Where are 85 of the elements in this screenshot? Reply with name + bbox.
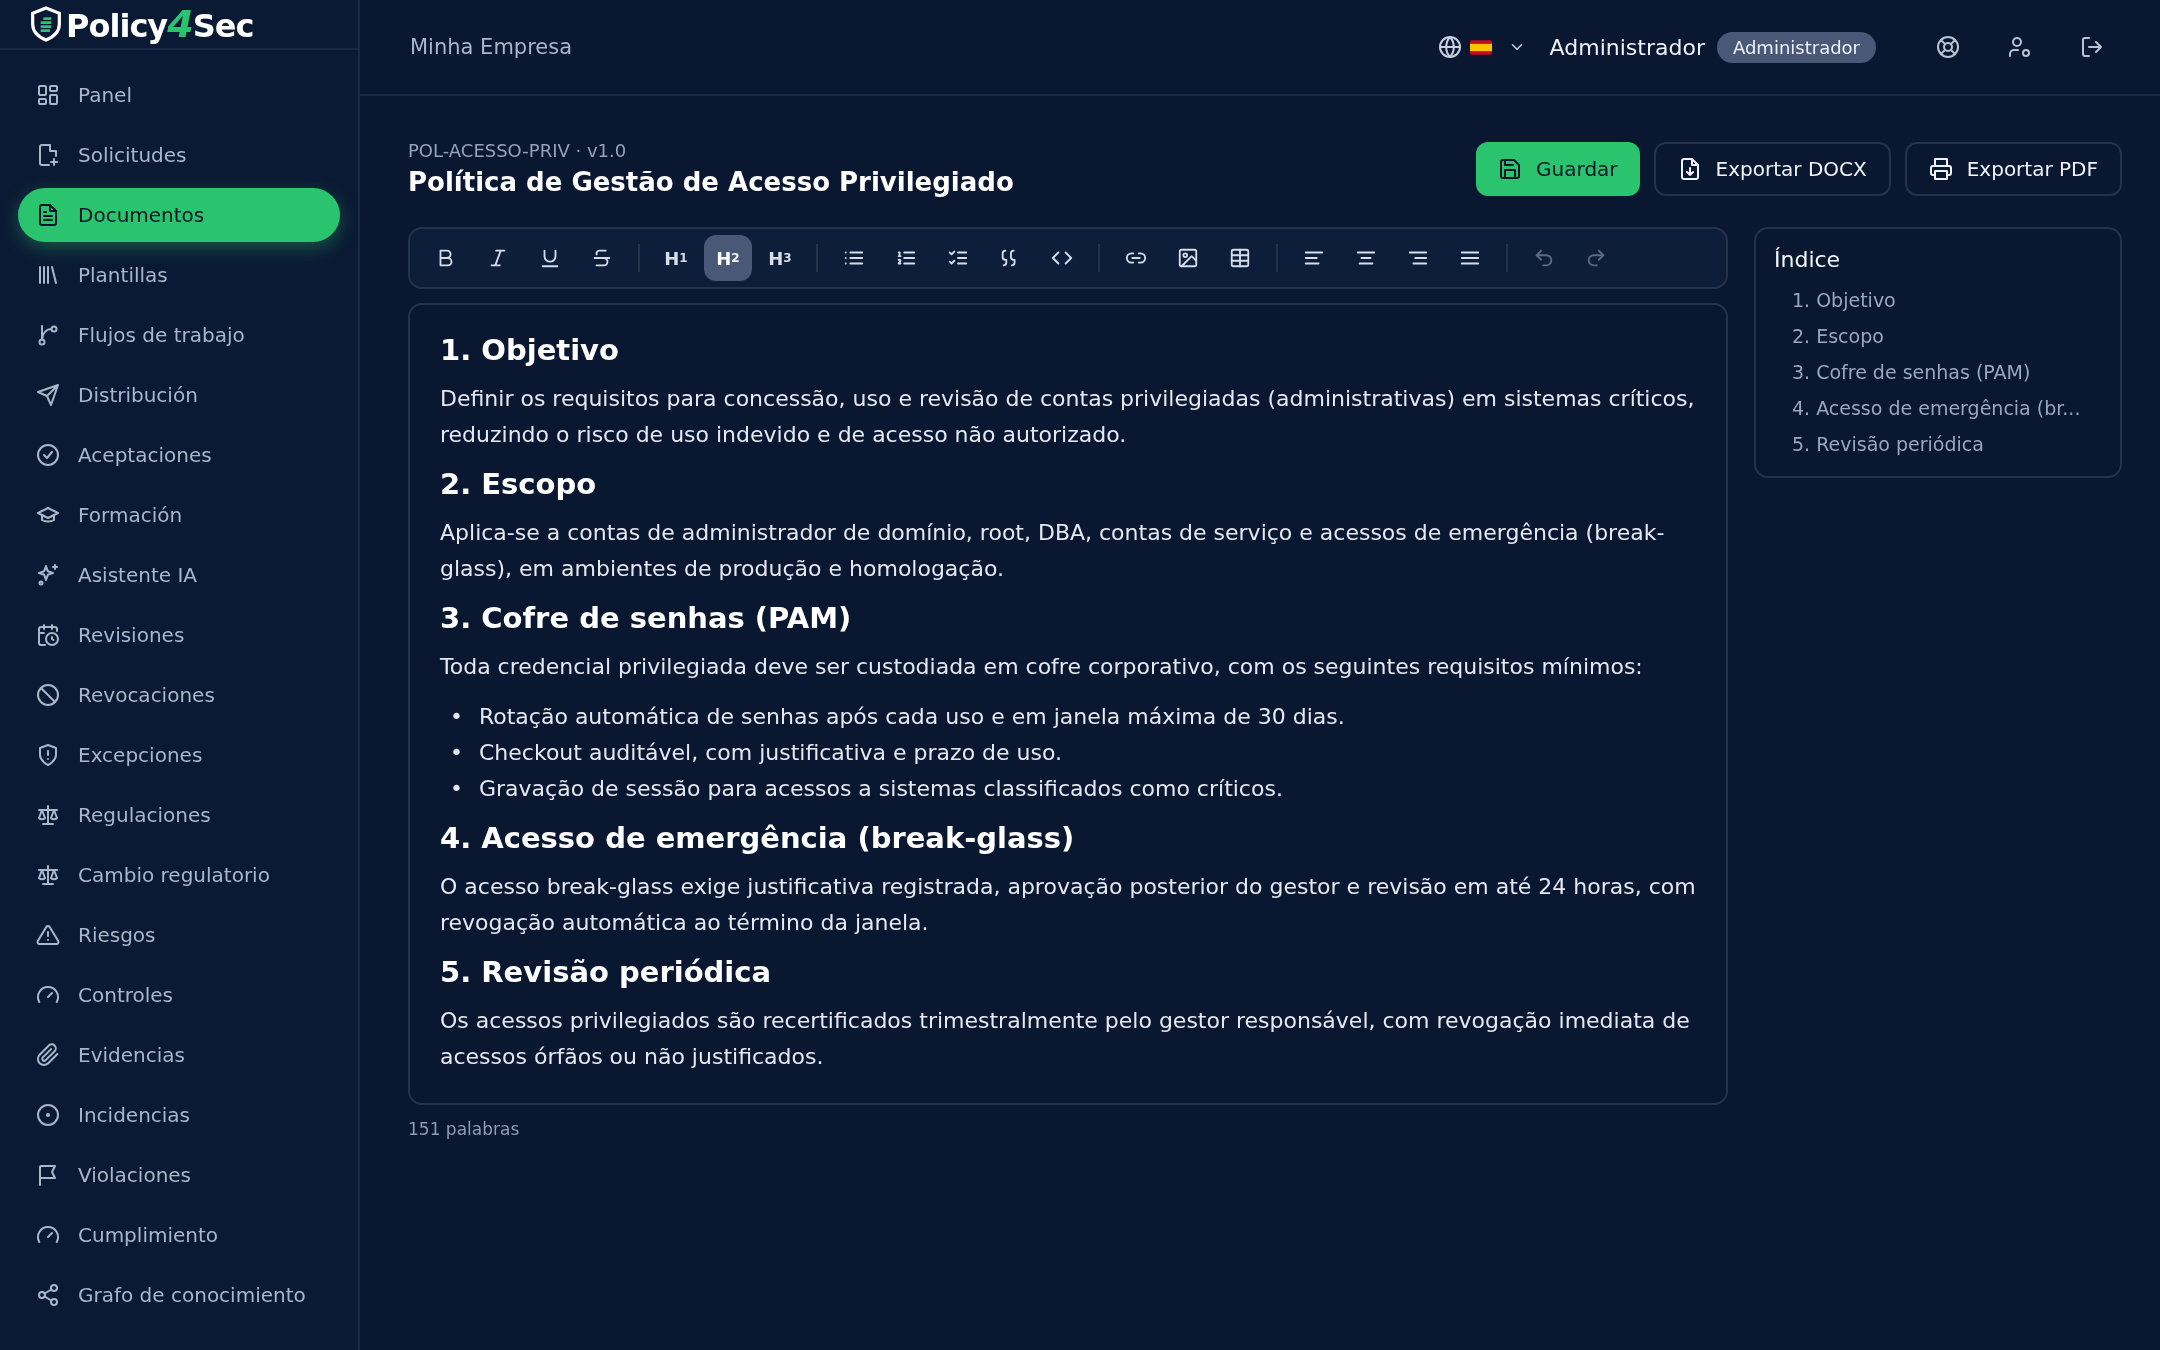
sidebar-item[interactable]: Flujos de trabajo <box>18 308 340 362</box>
sidebar-item[interactable]: Asistente IA <box>18 548 340 602</box>
toc-link[interactable]: 1. Objetivo <box>1774 282 2102 318</box>
underline-icon <box>539 247 561 269</box>
save-icon <box>1498 156 1523 181</box>
sidebar-item[interactable]: Riesgos <box>18 908 340 962</box>
printer-icon <box>1928 156 1953 181</box>
list-item: Gravação de sessão para acessos a sistemas classificados como críticos. <box>479 775 1283 803</box>
user-name: Administrador <box>1549 34 1705 60</box>
sidebar-item[interactable]: Cambio regulatorio <box>18 848 340 902</box>
sidebar-item[interactable]: Panel <box>18 68 340 122</box>
logout-icon <box>2080 35 2104 59</box>
logo-text: Policy4Sec <box>66 2 254 46</box>
toc-link[interactable]: 3. Cofre de senhas (PAM) <box>1774 354 2102 390</box>
scale-icon <box>36 803 60 827</box>
branch-icon <box>36 323 60 347</box>
sidebar-item[interactable]: Solicitudes <box>18 128 340 182</box>
circle-dot-icon <box>36 1103 60 1127</box>
document-code: POL-ACESSO-PRIV · v1.0 <box>408 140 628 161</box>
editor-area[interactable] <box>408 303 1728 1105</box>
paragraph: Toda credencial privilegiada deve ser custodiada em cofre corporativo, com os seguintes requisitos mínimos: <box>440 653 1644 681</box>
library-icon <box>36 263 60 287</box>
file-plus-icon <box>36 143 60 167</box>
save-button[interactable]: Guardar <box>1476 141 1640 196</box>
globe-icon <box>1437 35 1462 59</box>
paragraph: Os acessos privilegiados são recertificados trimestralmente pelo gestor responsável, com revogação imediata de acessos órfãos ou não justificados. <box>440 1007 1691 1071</box>
toc-link[interactable]: 4. Acesso de emergência (br... <box>1774 390 2102 426</box>
paragraph: Aplica-se a contas de administrador de domínio, root, DBA, contas de serviço e acessos de emergência (break-glass), em ambientes de produção e homologação. <box>440 519 1666 583</box>
sidebar-item[interactable]: Regulaciones <box>18 788 340 842</box>
sidebar-item[interactable]: Aceptaciones <box>18 428 340 482</box>
flag-icon <box>1469 39 1492 55</box>
sidebar-item[interactable]: Controles <box>18 968 340 1022</box>
paperclip-icon <box>36 1043 60 1067</box>
sidebar-item[interactable]: Evidencias <box>18 1028 340 1082</box>
sidebar-item[interactable]: Plantillas <box>18 248 340 302</box>
section-heading: 5. Revisão periódica <box>440 955 773 989</box>
role-badge: Administrador <box>1716 31 1876 63</box>
sidebar-item[interactable]: Revisiones <box>18 608 340 662</box>
grid-icon <box>36 83 60 107</box>
table-icon <box>1229 247 1251 269</box>
redo-icon <box>1585 247 1607 269</box>
undo-icon <box>1533 247 1555 269</box>
paragraph: Definir os requisitos para concessão, uso e revisão de contas privilegiadas (administrativas) em sistemas críticos, reduzindo o risco de uso indevido e de acesso não autorizado. <box>440 385 1696 449</box>
company-name: Minha Empresa <box>410 35 573 59</box>
export-pdf-button[interactable]: Exportar PDF <box>1904 141 2122 196</box>
bullet-mark: • <box>450 703 463 731</box>
ban-icon <box>36 683 60 707</box>
check-circle-icon <box>36 443 60 467</box>
bullet-mark: • <box>450 739 463 767</box>
share-icon <box>36 1283 60 1307</box>
paragraph: O acesso break-glass exige justificativa registrada, aprovação posterior do gestor e revisão em até 24 horas, com revogação automática ao término da janela. <box>440 873 1696 937</box>
sparkles-icon <box>36 563 60 587</box>
sidebar-item[interactable]: Formación <box>18 488 340 542</box>
bullet-mark: • <box>450 775 463 803</box>
send-icon <box>36 383 60 407</box>
word-count: 151 palabras <box>408 1119 521 1139</box>
sidebar-item[interactable]: Excepciones <box>18 728 340 782</box>
document-icon <box>36 203 60 227</box>
section-heading: 2. Escopo <box>440 467 598 501</box>
shield-logo-icon <box>30 6 62 42</box>
help-icon <box>1936 35 1960 59</box>
sidebar-item[interactable]: Documentos <box>18 188 340 242</box>
calendar-clock-icon <box>36 623 60 647</box>
list-item: Checkout auditável, com justificativa e prazo de uso. <box>479 739 1063 767</box>
export-docx-button[interactable]: Exportar DOCX <box>1653 141 1891 196</box>
sidebar-item[interactable]: Grafo de conocimiento <box>18 1268 340 1322</box>
sidebar-item[interactable]: Violaciones <box>18 1148 340 1202</box>
shield-alert-icon <box>36 743 60 767</box>
user-gear-icon <box>2008 35 2032 59</box>
document-title: Política de Gestão de Acesso Privilegiado <box>408 167 1014 197</box>
toc-link[interactable]: 5. Revisão periódica <box>1774 426 2102 462</box>
section-heading: 4. Acesso de emergência (break-glass) <box>440 821 1076 855</box>
scale-icon <box>36 863 60 887</box>
warning-icon <box>36 923 60 947</box>
image-icon <box>1177 247 1199 269</box>
toc-title: Índice <box>1774 247 1842 272</box>
toc-link[interactable]: 2. Escopo <box>1774 318 2102 354</box>
section-heading: 3. Cofre de senhas (PAM) <box>440 601 853 635</box>
sidebar-item[interactable]: Incidencias <box>18 1088 340 1142</box>
sidebar-item[interactable]: Cumplimiento <box>18 1208 340 1262</box>
sidebar-item[interactable]: Revocaciones <box>18 668 340 722</box>
sidebar-item[interactable]: Distribución <box>18 368 340 422</box>
list-item: Rotação automática de senhas após cada uso e em janela máxima de 30 dias. <box>479 703 1345 731</box>
section-heading: 1. Objetivo <box>440 333 620 367</box>
strikethrough-icon <box>591 247 613 269</box>
